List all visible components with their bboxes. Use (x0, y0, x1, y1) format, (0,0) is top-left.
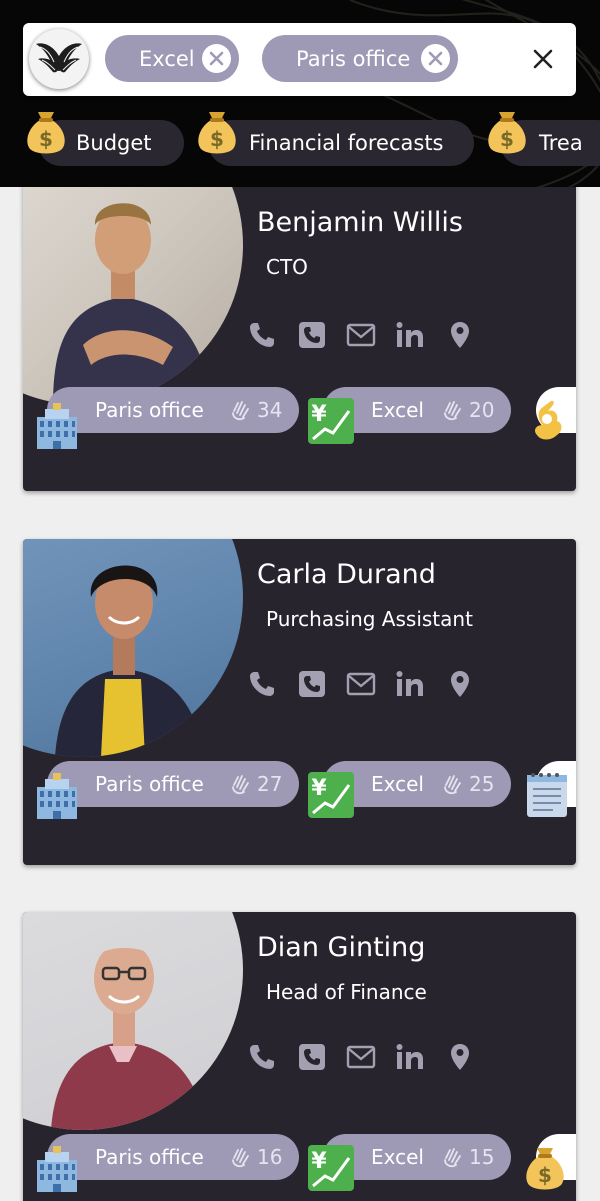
office-building-icon (37, 773, 77, 819)
phone-icon[interactable] (247, 669, 277, 699)
person-role: Head of Finance (266, 980, 427, 1004)
svg-text:$: $ (210, 127, 224, 151)
count-value: 15 (469, 1145, 495, 1169)
person-card[interactable]: Benjamin Willis CTO Paris office 34 Exce… (23, 165, 576, 491)
mail-icon[interactable] (346, 320, 376, 350)
count-value: 34 (257, 398, 283, 422)
phone-square-icon[interactable] (297, 1042, 327, 1072)
office-building-icon (37, 1146, 77, 1192)
money-bag-icon: $ (27, 112, 65, 154)
endorsement-count: 16 (229, 1145, 282, 1169)
winged-logo-icon (36, 43, 82, 73)
skill-chip-paris-office[interactable]: Paris office 16 (47, 1134, 299, 1180)
skill-label: Paris office (95, 1145, 204, 1169)
clap-icon (444, 1148, 461, 1168)
svg-text:¥: ¥ (311, 776, 327, 801)
count-value: 25 (469, 772, 495, 796)
phone-square-icon[interactable] (297, 669, 327, 699)
person-silhouette (55, 565, 205, 757)
close-icon (209, 51, 224, 66)
search-bar[interactable]: Excel Paris office (23, 23, 576, 96)
person-silhouette (51, 936, 207, 1130)
linkedin-icon[interactable] (395, 669, 425, 699)
count-value: 20 (469, 398, 495, 422)
svg-text:¥: ¥ (311, 1149, 327, 1174)
endorsement-count: 15 (441, 1145, 494, 1169)
office-building-icon (37, 403, 77, 449)
ok-hand-icon (535, 400, 562, 440)
skill-chip-paris-office[interactable]: Paris office 27 (47, 761, 299, 807)
chart-yen-icon: ¥ (308, 1145, 354, 1191)
mail-icon[interactable] (346, 669, 376, 699)
money-bag-icon: $ (488, 112, 526, 154)
skill-label: Excel (371, 1145, 424, 1169)
person-photo (23, 539, 243, 758)
brand-logo[interactable] (29, 29, 89, 89)
count-value: 27 (257, 772, 283, 796)
clap-icon (232, 1148, 249, 1168)
contact-actions (247, 1042, 487, 1082)
money-bag-icon: $ (198, 112, 236, 154)
location-pin-icon[interactable] (445, 1042, 475, 1072)
person-card[interactable]: Carla Durand Purchasing Assistant Paris … (23, 539, 576, 865)
location-pin-icon[interactable] (445, 669, 475, 699)
person-photo (23, 187, 243, 406)
close-icon (428, 51, 443, 66)
remove-filter-button[interactable] (421, 44, 450, 73)
money-bag-icon: $ (526, 1148, 564, 1190)
phone-icon[interactable] (247, 320, 277, 350)
skill-label: Paris office (95, 772, 204, 796)
linkedin-icon[interactable] (395, 1042, 425, 1072)
phone-square-icon[interactable] (297, 320, 327, 350)
clear-search-icon[interactable] (530, 46, 556, 72)
svg-text:¥: ¥ (311, 402, 327, 427)
phone-icon[interactable] (247, 1042, 277, 1072)
person-role: CTO (266, 255, 308, 279)
filter-chip-paris-office[interactable]: Paris office (262, 35, 458, 82)
person-photo (23, 912, 243, 1131)
person-role: Purchasing Assistant (266, 607, 473, 631)
endorsement-count: 20 (441, 398, 494, 422)
skill-label: Paris office (95, 398, 204, 422)
person-name[interactable]: Benjamin Willis (257, 207, 463, 238)
contact-actions (247, 669, 487, 709)
top-header: Excel Paris office Budget Financial fore… (0, 0, 600, 187)
endorsement-count: 34 (229, 398, 282, 422)
person-card[interactable]: Dian Ginting Head of Finance Paris offic… (23, 912, 576, 1201)
remove-filter-button[interactable] (202, 44, 231, 73)
count-value: 16 (257, 1145, 283, 1169)
skill-label: Excel (371, 772, 424, 796)
linkedin-icon[interactable] (395, 320, 425, 350)
location-pin-icon[interactable] (445, 320, 475, 350)
clap-icon (444, 401, 461, 421)
person-name[interactable]: Carla Durand (257, 559, 436, 590)
clap-icon (232, 401, 249, 421)
tag-financial-forecasts[interactable]: Financial forecasts (208, 120, 474, 166)
person-name[interactable]: Dian Ginting (257, 932, 425, 963)
svg-text:$: $ (39, 127, 53, 151)
tag-label: Financial forecasts (249, 131, 444, 155)
person-silhouette (53, 203, 213, 405)
skill-chip-paris-office[interactable]: Paris office 34 (47, 387, 299, 433)
endorsement-count: 25 (441, 772, 494, 796)
filter-chip-label: Excel (139, 46, 195, 71)
tag-label: Budget (76, 131, 152, 155)
tag-carousel[interactable]: Budget Financial forecasts Trea $ $ $ (0, 110, 600, 180)
mail-icon[interactable] (346, 1042, 376, 1072)
skill-label: Excel (371, 398, 424, 422)
contact-actions (247, 320, 487, 360)
filter-chip-excel[interactable]: Excel (105, 35, 239, 82)
chart-yen-icon: ¥ (308, 398, 354, 444)
chart-yen-icon: ¥ (308, 772, 354, 818)
svg-text:$: $ (500, 127, 514, 151)
svg-text:$: $ (538, 1163, 552, 1187)
tag-label: Trea (539, 131, 583, 155)
endorsement-count: 27 (229, 772, 282, 796)
clap-icon (444, 775, 461, 795)
notepad-icon (527, 773, 567, 817)
clap-icon (232, 775, 249, 795)
filter-chip-label: Paris office (296, 46, 411, 71)
